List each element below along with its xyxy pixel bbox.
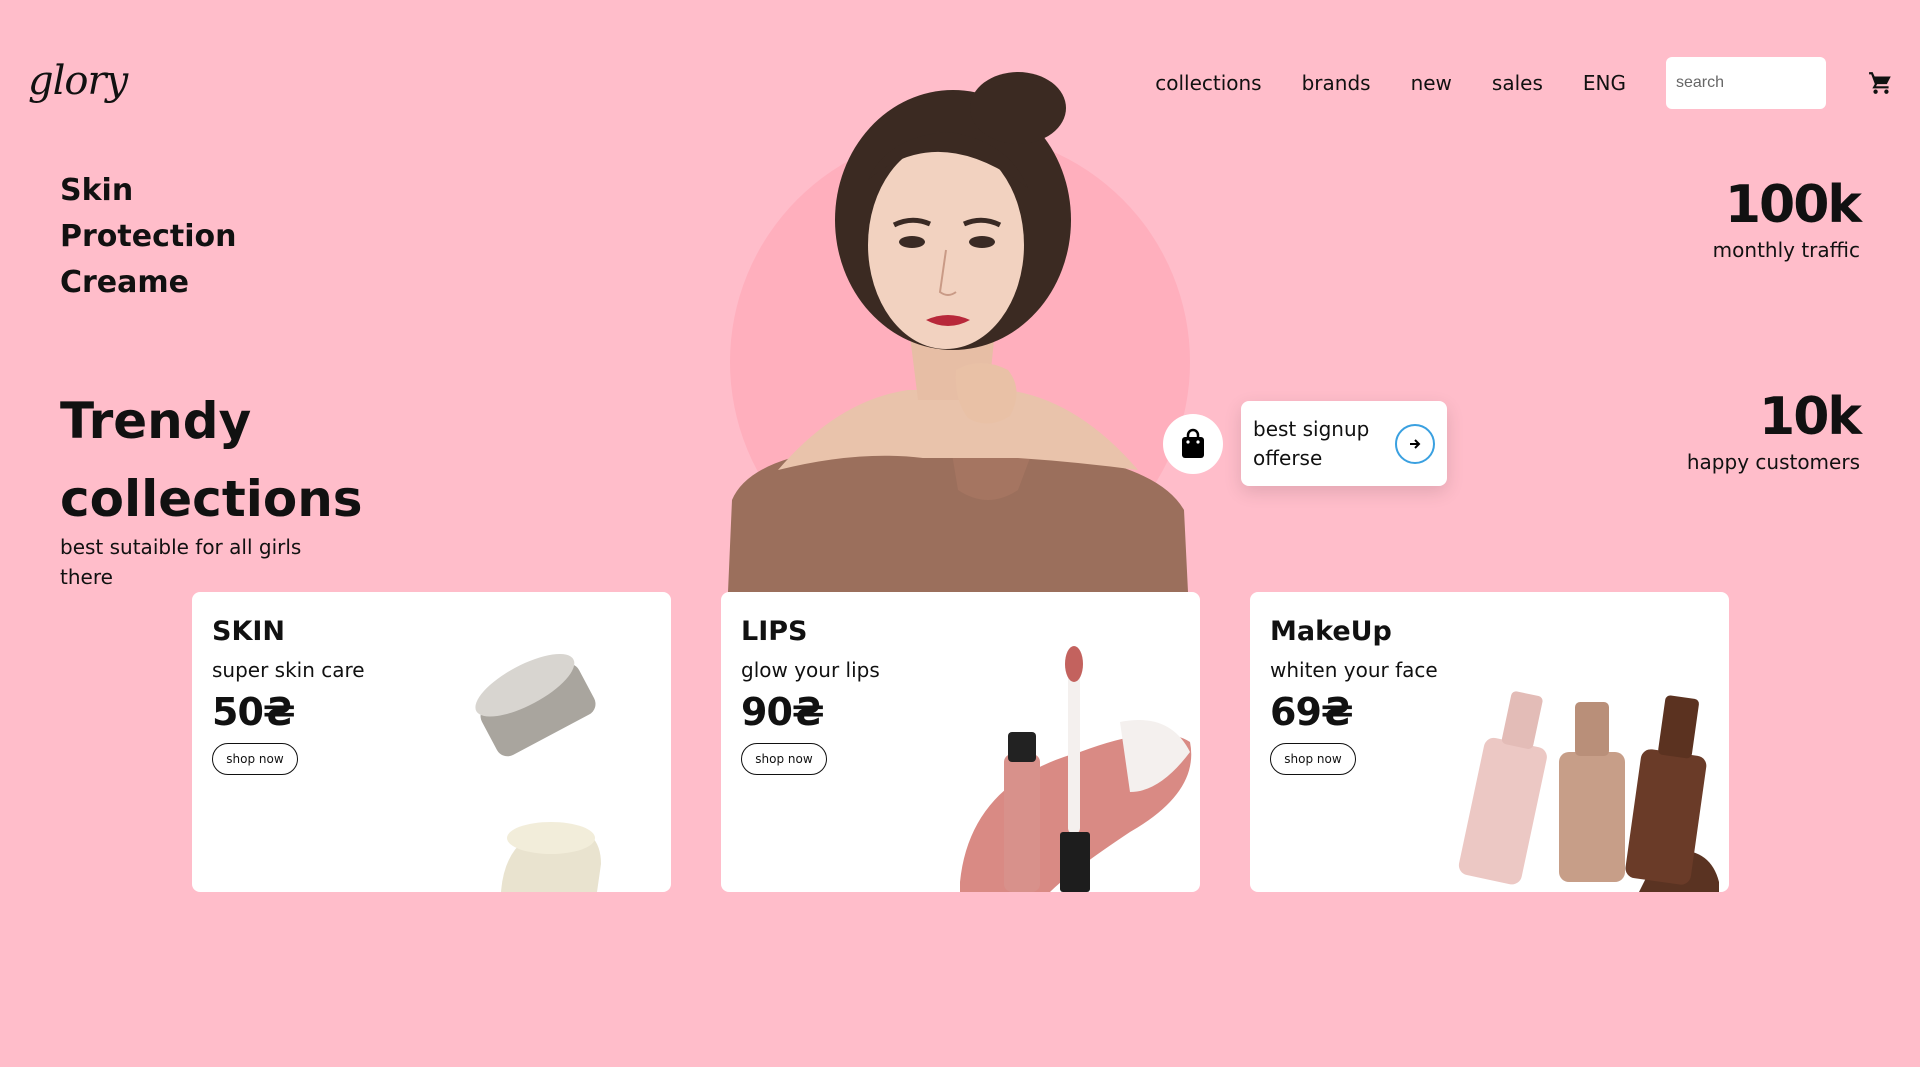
arrow-right-icon[interactable] (1395, 423, 1435, 464)
card-title: SKIN (212, 616, 286, 647)
foundation-bottles-image (1458, 691, 1719, 892)
trendy-heading-line: collections (60, 470, 363, 528)
signup-offer-card[interactable]: best signup offerse (1241, 401, 1447, 486)
shop-now-button[interactable]: shop now (212, 743, 298, 775)
shop-now-button[interactable]: shop now (1270, 743, 1356, 775)
card-subtitle: glow your lips (741, 658, 880, 682)
offer-text: best signup offerse (1253, 416, 1370, 470)
nav-language[interactable]: ENG (1583, 71, 1626, 95)
nav-sales[interactable]: sales (1492, 71, 1543, 95)
brand-logo[interactable]: glory (28, 58, 128, 104)
card-title: LIPS (741, 616, 808, 647)
skin-title-line: Skin (60, 173, 134, 208)
card-subtitle: whiten your face (1270, 658, 1438, 682)
card-price: 69₴ (1270, 690, 1354, 734)
trendy-subtitle: best sutaible for all girls there (60, 535, 302, 589)
nav-new[interactable]: new (1411, 71, 1452, 95)
hero-model-image (728, 72, 1188, 592)
product-card-skin[interactable]: SKIN super skin care 50₴ shop now (192, 592, 671, 892)
top-nav: collections brands new sales ENG (1155, 57, 1920, 109)
lip-gloss-image (960, 646, 1192, 892)
nav-brands[interactable]: brands (1302, 71, 1371, 95)
cart-icon[interactable] (1868, 70, 1894, 96)
shopping-bag-icon (1182, 428, 1204, 458)
shop-now-button[interactable]: shop now (741, 743, 827, 775)
product-card-lips[interactable]: LIPS glow your lips 90₴ shop now (721, 592, 1200, 892)
trendy-heading-line: Trendy (60, 392, 252, 450)
search-input[interactable] (1666, 57, 1826, 109)
stat-monthly-traffic: 100k monthly traffic (1712, 174, 1862, 264)
card-price: 90₴ (741, 690, 825, 734)
stat-label: happy customers (1686, 450, 1860, 474)
skin-title-line: Creame (60, 265, 190, 300)
skin-protection-title: Skin Protection Creame (60, 168, 236, 306)
product-card-makeup[interactable]: MakeUp whiten your face 69₴ shop now (1250, 592, 1729, 892)
card-subtitle: super skin care (212, 658, 365, 682)
shopping-bag-button[interactable] (1163, 414, 1223, 474)
card-title: MakeUp (1270, 616, 1392, 647)
stat-label: monthly traffic (1712, 238, 1860, 262)
trendy-collections-heading: Trendy collections (60, 382, 363, 538)
cream-jar-image (475, 653, 601, 892)
stat-happy-customers: 10k happy customers (1686, 386, 1862, 476)
stat-value: 10k (1759, 387, 1862, 447)
skin-title-line: Protection (60, 219, 237, 254)
card-price: 50₴ (212, 690, 296, 734)
stat-value: 100k (1724, 175, 1862, 235)
